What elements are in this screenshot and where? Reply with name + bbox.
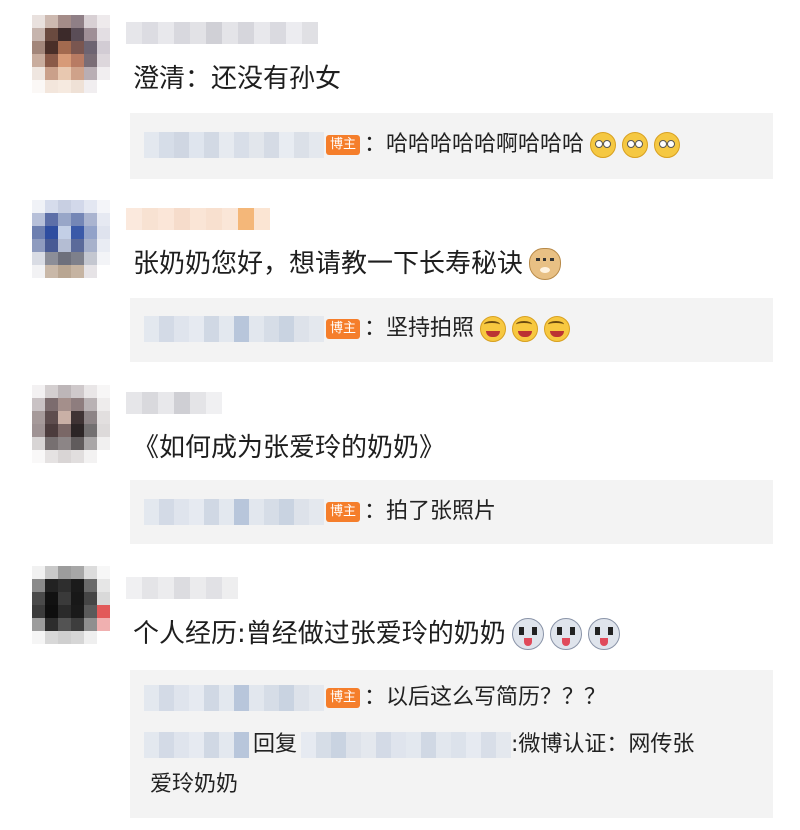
- reply-text: ：哈哈哈哈哈啊哈哈哈: [364, 132, 585, 157]
- username-blurred[interactable]: [144, 316, 324, 342]
- avatar[interactable]: [32, 200, 110, 278]
- username-blurred[interactable]: [144, 499, 324, 525]
- username-blurred[interactable]: [126, 392, 222, 414]
- username-blurred[interactable]: [144, 132, 324, 158]
- username-blurred[interactable]: [144, 732, 249, 758]
- username-blurred[interactable]: [301, 732, 512, 758]
- reply-line-continued: 爱玲奶奶: [150, 770, 238, 800]
- laugh-cry-emoji: [480, 316, 507, 342]
- avatar[interactable]: [32, 385, 110, 463]
- husky-emoji: [511, 618, 544, 650]
- doge-emoji: [529, 248, 562, 280]
- username-blurred[interactable]: [126, 577, 238, 599]
- blogger-badge: 博主: [326, 319, 361, 339]
- reply-text: ：坚持拍照: [364, 316, 475, 341]
- username-blurred[interactable]: [144, 685, 324, 711]
- reply-line: 博主 ：以后这么写简历？？？: [144, 683, 606, 713]
- reply-text-continued: 爱玲奶奶: [150, 772, 239, 797]
- laugh-cry-emoji: [544, 316, 571, 342]
- reply-text: ：以后这么写简历？？？: [364, 685, 607, 710]
- eye-roll-emoji: [590, 132, 617, 158]
- reply-box[interactable]: 博主 ：坚持拍照: [130, 298, 773, 362]
- avatar[interactable]: [32, 566, 110, 644]
- blogger-badge: 博主: [326, 502, 361, 522]
- reply-line: 博主 ：哈哈哈哈哈啊哈哈哈: [144, 130, 681, 160]
- laugh-cry-emoji: [512, 316, 539, 342]
- eye-roll-emoji: [654, 132, 681, 158]
- blogger-badge: 博主: [326, 688, 361, 708]
- reply-text: :微博认证：网传张: [511, 732, 695, 757]
- reply-box[interactable]: 博主 ：以后这么写简历？？？ 回复 :微博认证：网传张 爱玲奶奶: [130, 670, 773, 818]
- reply-line: 博主 ：拍了张照片: [144, 497, 496, 527]
- husky-emoji: [549, 618, 582, 650]
- username-blurred[interactable]: [126, 22, 318, 44]
- eye-roll-emoji: [622, 132, 649, 158]
- reply-box[interactable]: 博主 ：哈哈哈哈哈啊哈哈哈: [130, 113, 773, 179]
- reply-word: 回复: [253, 732, 298, 757]
- comment-text: 个人经历:曾经做过张爱玲的奶奶: [133, 618, 620, 650]
- reply-box[interactable]: 博主 ：拍了张照片: [130, 480, 773, 544]
- blogger-badge: 博主: [326, 135, 361, 155]
- comment-text: 张奶奶您好，想请教一下长寿秘诀: [133, 248, 562, 280]
- reply-line: 博主 ：坚持拍照: [144, 314, 571, 344]
- comment-text: 《如何成为张爱玲的奶奶》: [133, 433, 446, 463]
- comment-text: 澄清：还没有孙女: [133, 64, 342, 94]
- username-blurred[interactable]: [126, 208, 270, 230]
- husky-emoji: [587, 618, 620, 650]
- reply-text: ：拍了张照片: [364, 499, 497, 524]
- avatar[interactable]: [32, 15, 110, 93]
- reply-line: 回复 :微博认证：网传张: [144, 730, 694, 760]
